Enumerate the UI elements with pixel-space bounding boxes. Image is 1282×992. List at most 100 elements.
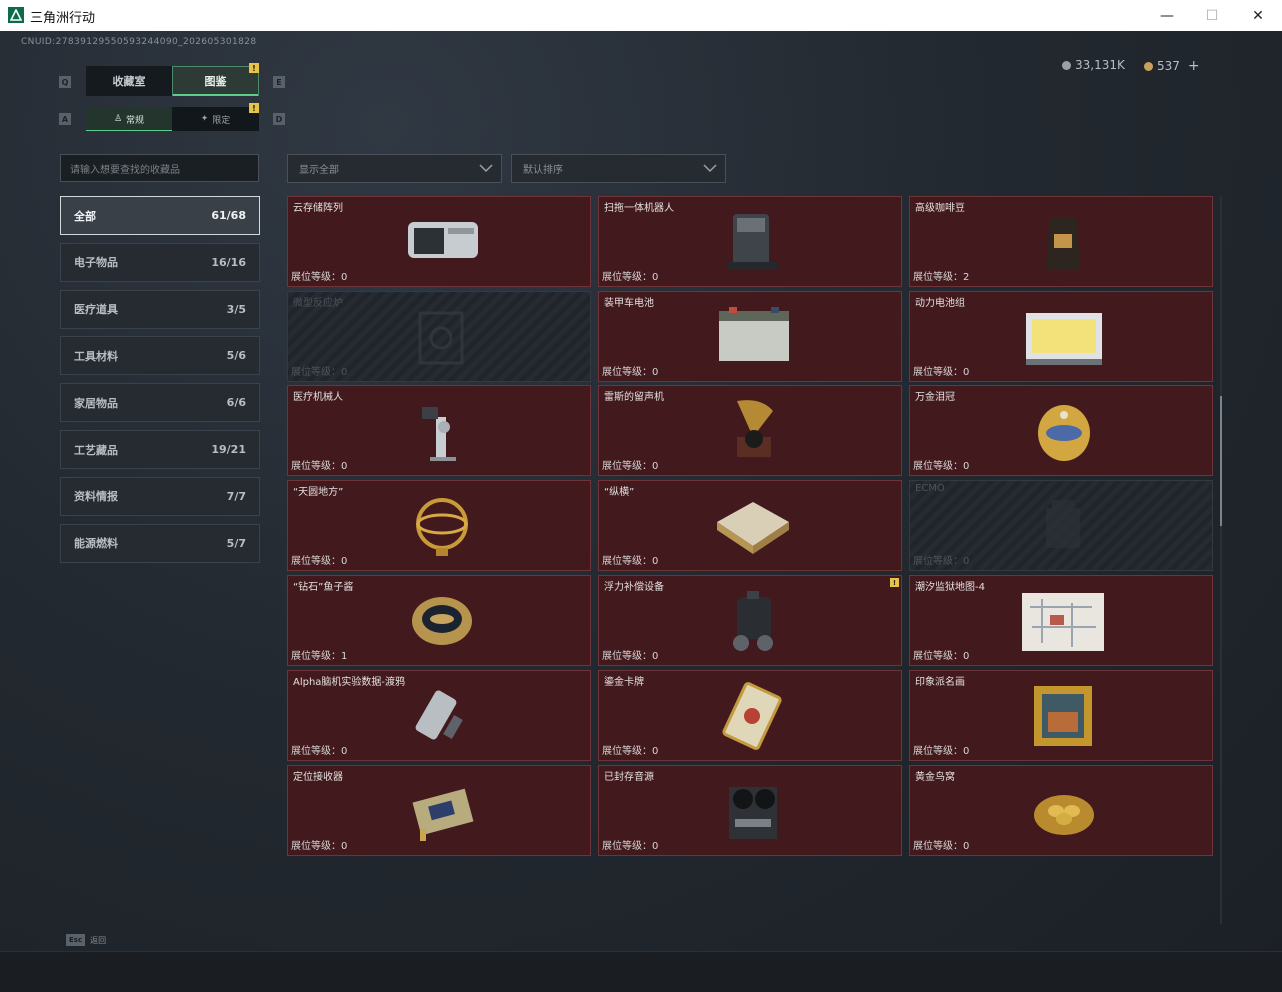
collection-card[interactable]: 雷斯的留声机 展位等级：0: [598, 385, 902, 477]
collection-card[interactable]: 医疗机械人 展位等级：0: [287, 385, 591, 477]
display-filter-value: 显示全部: [299, 165, 339, 176]
tab-collection-room[interactable]: 收藏室: [86, 66, 172, 96]
footer-bar: [0, 951, 1282, 992]
category-label: 工艺藏品: [74, 443, 118, 457]
item-name: 高级咖啡豆: [915, 202, 965, 214]
category-item[interactable]: 家居物品 6/6: [60, 383, 260, 423]
level-label: 展位等级：: [602, 556, 652, 568]
collection-card[interactable]: 扫拖一体机器人 展位等级：0: [598, 196, 902, 287]
level-label: 展位等级：: [913, 745, 963, 757]
category-count: 7/7: [226, 489, 246, 503]
level-label: 展位等级：: [291, 745, 341, 757]
level-value: 1: [341, 651, 348, 662]
regular-icon: ♙: [113, 114, 123, 124]
item-level: 展位等级：0: [291, 837, 347, 852]
collection-card[interactable]: ECMO 展位等级：0: [909, 480, 1213, 572]
collection-card[interactable]: 已封存音源 展位等级：0: [598, 764, 902, 856]
collection-card[interactable]: 潮汐监狱地图-4 展位等级：0: [909, 575, 1213, 666]
minimize-button[interactable]: —: [1144, 0, 1190, 31]
collection-card[interactable]: “天圆地方” 展位等级：0: [287, 480, 591, 572]
level-value: 0: [963, 745, 970, 757]
display-filter-dropdown[interactable]: 显示全部: [287, 154, 502, 183]
level-value: 0: [341, 840, 348, 852]
level-value: 0: [652, 840, 659, 852]
collection-card[interactable]: “纵横” 展位等级：0: [598, 480, 902, 572]
codex-alert-badge: !: [249, 63, 259, 73]
category-item[interactable]: 医疗道具 3/5: [60, 289, 260, 329]
level-value: 0: [652, 366, 659, 378]
tab-limited[interactable]: ✦ 限定: [172, 107, 259, 131]
level-label: 展位等级：: [602, 461, 652, 473]
collection-card[interactable]: 装甲车电池 展位等级：0: [598, 290, 902, 382]
category-label: 能源燃料: [74, 537, 118, 551]
item-level: 展位等级：0: [913, 457, 969, 472]
collection-card[interactable]: Alpha脑机实验数据-渡鸦 展位等级：0: [287, 669, 591, 761]
back-button[interactable]: Esc 返回: [66, 934, 106, 946]
collection-grid: 展位等级：0展位等级：0展位等级：0云存储阵列展位等级：0扫拖一体机器人展位等级…: [287, 196, 1214, 926]
category-item[interactable]: 工具材料 5/6: [60, 336, 260, 376]
collection-card[interactable]: 万金泪冠展位等级：0: [909, 385, 1213, 477]
item-name: 定位接收器: [293, 771, 343, 783]
category-label: 电子物品: [74, 256, 118, 270]
add-gold-button[interactable]: +: [1188, 58, 1200, 74]
item-level: 展位等级：0: [291, 552, 347, 567]
gold-amount: 537: [1157, 59, 1180, 73]
collection-card[interactable]: 动力电池组 展位等级：0: [909, 290, 1213, 382]
level-value: 0: [963, 840, 970, 852]
e-key-hint: E: [273, 76, 285, 88]
app-body: CNUID:27839129550593244090_202605301828 …: [0, 31, 1282, 992]
category-item[interactable]: 全部 61/68: [60, 196, 260, 235]
q-key-hint: Q: [59, 76, 71, 88]
item-level: 展位等级：1: [291, 647, 347, 662]
level-value: 0: [341, 745, 348, 757]
search-input[interactable]: 请输入想要查找的收藏品: [60, 154, 259, 182]
level-label: 展位等级：: [913, 651, 963, 662]
silver-amount: 33,131K: [1075, 58, 1125, 72]
grid-scrollbar-thumb[interactable]: [1220, 396, 1222, 526]
level-label: 展位等级：: [291, 651, 341, 662]
gold-currency: 537 +: [1144, 58, 1200, 74]
category-label: 全部: [74, 209, 96, 223]
category-item[interactable]: 工艺藏品 19/21: [60, 430, 260, 469]
level-label: 展位等级：: [291, 366, 341, 378]
level-value: 0: [963, 461, 970, 473]
silver-currency: 33,131K: [1062, 58, 1125, 72]
category-count: 19/21: [211, 443, 246, 456]
collection-card[interactable]: 黄金鸟窝 展位等级：0: [909, 764, 1213, 856]
item-name: ECMO: [915, 483, 945, 495]
grid-scrollbar-track[interactable]: [1220, 196, 1222, 924]
close-button[interactable]: ✕: [1235, 0, 1281, 31]
item-level: 展位等级：0: [602, 552, 658, 567]
collection-card[interactable]: 鎏金卡牌 展位等级：0: [598, 669, 902, 761]
back-label: 返回: [90, 935, 107, 945]
collection-card[interactable]: “钻石”鱼子酱 展位等级：1: [287, 575, 591, 666]
item-level: 展位等级：0: [602, 457, 658, 472]
collection-card[interactable]: 高级咖啡豆 展位等级：2: [909, 196, 1213, 287]
level-value: 0: [652, 556, 659, 568]
maximize-button[interactable]: ☐: [1189, 0, 1235, 31]
chevron-down-icon: [479, 164, 493, 173]
level-label: 展位等级：: [913, 556, 963, 568]
level-label: 展位等级：: [602, 651, 652, 662]
category-item[interactable]: 能源燃料 5/7: [60, 523, 260, 563]
category-label: 医疗道具: [74, 303, 118, 317]
item-level: 展位等级：0: [913, 742, 969, 757]
item-level: 展位等级：0: [913, 837, 969, 852]
level-label: 展位等级：: [602, 840, 652, 852]
collection-card[interactable]: 微型反应炉 展位等级：0: [287, 290, 591, 382]
limited-icon: ✦: [200, 114, 209, 124]
tab-regular[interactable]: ♙ 常规: [86, 107, 172, 131]
sort-dropdown[interactable]: 默认排序: [511, 154, 726, 183]
category-item[interactable]: 电子物品 16/16: [60, 242, 260, 282]
collection-card[interactable]: 定位接收器展位等级：0: [287, 764, 591, 856]
collection-card[interactable]: 浮力补偿设备 展位等级：0!: [598, 575, 902, 666]
category-item[interactable]: 资料情报 7/7: [60, 476, 260, 516]
collection-card[interactable]: 云存储阵列 展位等级：0: [287, 196, 591, 287]
collection-card[interactable]: 印象派名画 展位等级：0: [909, 669, 1213, 761]
item-name: 动力电池组: [915, 297, 965, 309]
tab-codex[interactable]: 图鉴: [172, 66, 259, 96]
d-key-hint: D: [273, 113, 285, 125]
level-label: 展位等级：: [291, 271, 341, 283]
level-label: 展位等级：: [913, 366, 963, 378]
item-name: 万金泪冠: [915, 392, 955, 404]
